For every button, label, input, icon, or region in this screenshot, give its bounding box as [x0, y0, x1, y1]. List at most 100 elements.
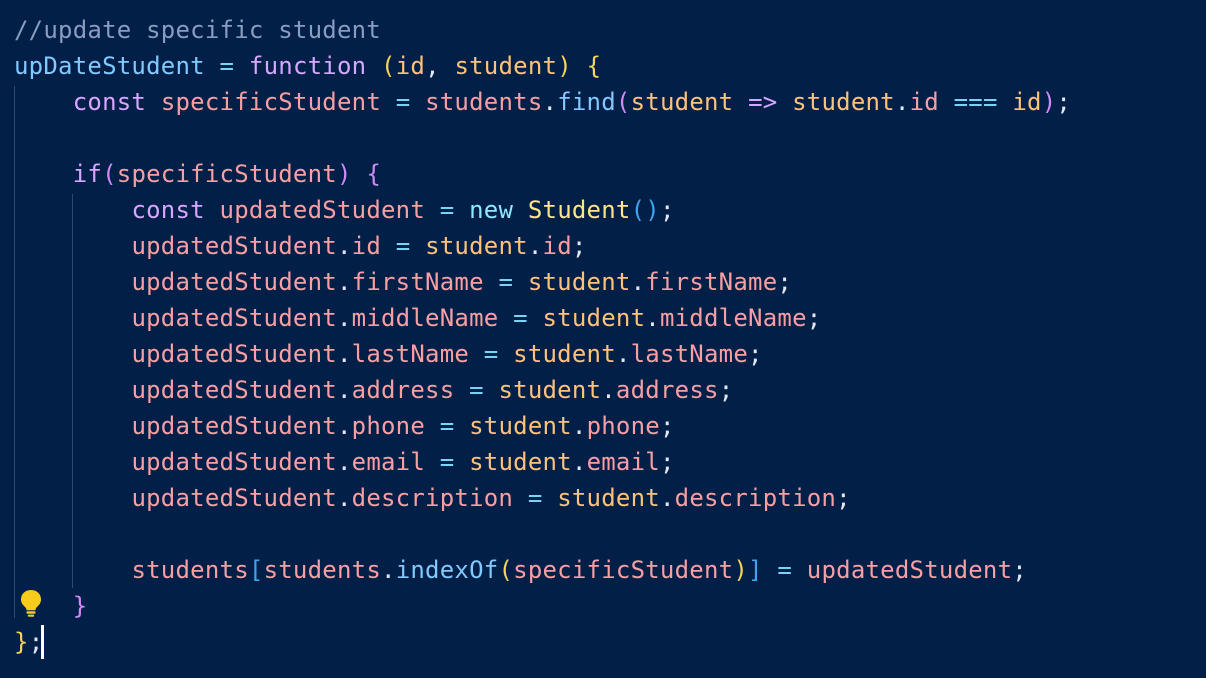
- punctuation-token: ;: [718, 376, 734, 404]
- bracket-token: }: [14, 628, 29, 656]
- keyword-token: new: [469, 196, 514, 224]
- punctuation-token: .: [615, 340, 631, 368]
- variable-token: updatedStudent: [131, 484, 337, 512]
- code-line[interactable]: };: [0, 624, 1206, 660]
- bracket-token: ): [1041, 88, 1057, 116]
- operator-token: =: [483, 340, 499, 368]
- code-line-text: const updatedStudent = new Student();: [14, 192, 675, 228]
- punctuation-token: ;: [659, 412, 675, 440]
- punctuation-token: [498, 304, 513, 332]
- punctuation-token: .: [336, 412, 352, 440]
- parameter-token: student: [557, 484, 660, 512]
- code-line[interactable]: updatedStudent.email = student.email;: [0, 444, 1206, 480]
- punctuation-token: .: [336, 376, 352, 404]
- code-line[interactable]: const updatedStudent = new Student();: [0, 192, 1206, 228]
- punctuation-token: ;: [806, 304, 822, 332]
- text-cursor: [41, 625, 44, 659]
- lightbulb-icon[interactable]: [18, 588, 44, 618]
- variable-token: specificStudent: [513, 556, 734, 584]
- parameter-token: student: [513, 340, 616, 368]
- function-name-token: find: [557, 88, 616, 116]
- parameter-token: student: [792, 88, 895, 116]
- code-line[interactable]: const specificStudent = students.find(st…: [0, 84, 1206, 120]
- code-editor[interactable]: //update specific student upDateStudent =…: [0, 0, 1206, 678]
- code-line[interactable]: }: [0, 588, 1206, 624]
- variable-token: updatedStudent: [131, 376, 337, 404]
- operator-token: =: [513, 304, 528, 332]
- keyword-token: const: [131, 196, 205, 224]
- variable-token: id: [351, 232, 381, 260]
- punctuation-token: .: [336, 340, 352, 368]
- variable-token: updatedStudent: [131, 340, 337, 368]
- variable-token: id: [542, 232, 572, 260]
- punctuation-token: [484, 376, 499, 404]
- code-line[interactable]: [0, 120, 1206, 156]
- code-line[interactable]: updatedStudent.middleName = student.midd…: [0, 300, 1206, 336]
- code-line[interactable]: updatedStudent.phone = student.phone;: [0, 408, 1206, 444]
- punctuation-token: .: [894, 88, 910, 116]
- code-line[interactable]: updatedStudent.description = student.des…: [0, 480, 1206, 516]
- bracket-token: (: [381, 52, 396, 80]
- punctuation-token: .: [336, 268, 352, 296]
- punctuation-token: .: [645, 304, 660, 332]
- variable-token: specificStudent: [116, 160, 337, 188]
- code-line-text: updatedStudent.description = student.des…: [14, 480, 851, 516]
- operator-token: =: [219, 52, 235, 80]
- code-line[interactable]: upDateStudent = function (id, student) {: [0, 48, 1206, 84]
- bracket-token: [: [248, 556, 264, 584]
- operator-token: ===: [953, 88, 998, 116]
- variable-token: updatedStudent: [131, 232, 337, 260]
- function-name-token: indexOf: [395, 556, 499, 584]
- punctuation-token: [513, 196, 528, 224]
- code-line[interactable]: [0, 516, 1206, 552]
- code-line-text: updatedStudent.lastName = student.lastNa…: [14, 336, 763, 372]
- code-line[interactable]: updatedStudent.id = student.id;: [0, 228, 1206, 264]
- code-line-text: updatedStudent.middleName = student.midd…: [14, 300, 821, 336]
- variable-token: middleName: [351, 304, 499, 332]
- code-line[interactable]: students[students.indexOf(specificStuden…: [0, 552, 1206, 588]
- code-line-text: updatedStudent.id = student.id;: [14, 228, 587, 264]
- punctuation-token: [513, 484, 528, 512]
- bracket-token: {: [366, 160, 382, 188]
- variable-token: firstName: [351, 268, 484, 296]
- punctuation-token: [572, 52, 587, 80]
- punctuation-token: [792, 556, 807, 584]
- code-line-text: const specificStudent = students.find(st…: [14, 84, 1071, 120]
- code-line[interactable]: updatedStudent.lastName = student.lastNa…: [0, 336, 1206, 372]
- code-line-text: //update specific student: [14, 12, 381, 48]
- punctuation-token: .: [571, 448, 587, 476]
- variable-token: students: [425, 88, 543, 116]
- punctuation-token: [454, 196, 469, 224]
- variable-token: students: [263, 556, 381, 584]
- bracket-token: (: [498, 556, 514, 584]
- comment-token: //update specific student: [14, 16, 381, 44]
- punctuation-token: [14, 160, 73, 188]
- punctuation-token: [513, 268, 528, 296]
- code-line-text: updatedStudent.email = student.email;: [14, 444, 675, 480]
- code-line[interactable]: //update specific student: [0, 12, 1206, 48]
- code-line[interactable]: if(specificStudent) {: [0, 156, 1206, 192]
- code-line-text: };: [14, 624, 43, 660]
- punctuation-token: .: [336, 484, 352, 512]
- bracket-token: ): [336, 160, 352, 188]
- parameter-token: student: [425, 232, 528, 260]
- keyword-token: if: [72, 160, 103, 188]
- variable-token: email: [586, 448, 660, 476]
- punctuation-token: [410, 88, 425, 116]
- variable-token: updatedStudent: [806, 556, 1013, 584]
- function-name-token: upDateStudent: [14, 52, 205, 80]
- code-line[interactable]: updatedStudent.address = student.address…: [0, 372, 1206, 408]
- variable-token: updatedStudent: [131, 448, 337, 476]
- variable-token: phone: [586, 412, 660, 440]
- code-line-text: updatedStudent.address = student.address…: [14, 372, 733, 408]
- variable-token: updatedStudent: [131, 412, 337, 440]
- bracket-token: }: [72, 592, 88, 620]
- operator-token: =: [527, 484, 543, 512]
- punctuation-token: [425, 196, 440, 224]
- operator-token: =: [439, 448, 455, 476]
- punctuation-token: ;: [777, 268, 793, 296]
- parameter-token: student: [527, 268, 631, 296]
- bracket-token: ): [733, 556, 749, 584]
- code-line[interactable]: updatedStudent.firstName = student.first…: [0, 264, 1206, 300]
- punctuation-token: [763, 556, 778, 584]
